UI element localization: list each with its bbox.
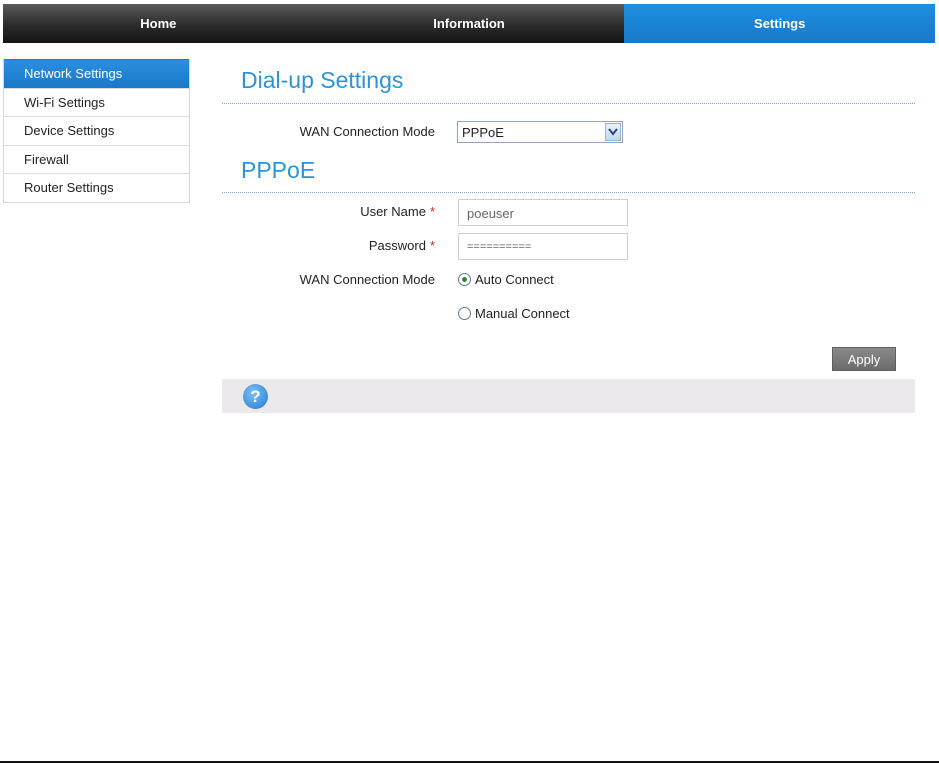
radio-selected-dot <box>462 277 467 282</box>
sidebar-item-firewall[interactable]: Firewall <box>4 144 189 173</box>
password-label-text: Password <box>368 238 426 253</box>
manual-connect-radio[interactable] <box>458 307 471 320</box>
auto-connect-option[interactable]: Auto Connect <box>458 272 554 287</box>
sidebar-item-wifi-settings[interactable]: Wi-Fi Settings <box>4 87 189 116</box>
username-label-text: User Name <box>360 204 426 219</box>
top-navigation: Home Information Settings <box>3 4 936 43</box>
auto-connect-radio[interactable] <box>458 273 471 286</box>
required-mark: * <box>429 204 435 219</box>
chevron-down-icon[interactable] <box>605 123 621 141</box>
apply-button[interactable]: Apply <box>832 347 896 371</box>
pppoe-section-title: PPPoE <box>241 157 316 183</box>
help-icon[interactable]: ? <box>243 384 268 409</box>
username-input[interactable]: poeuser <box>458 199 628 226</box>
tab-information[interactable]: Information <box>313 4 625 43</box>
dialup-section-title: Dial-up Settings <box>241 67 404 93</box>
section-divider <box>222 103 915 104</box>
sidebar-item-network-settings[interactable]: Network Settings <box>4 59 189 88</box>
connect-mode-label: WAN Connection Mode <box>299 272 435 287</box>
password-label: Password * <box>215 238 435 253</box>
required-mark: * <box>429 238 435 253</box>
wan-mode-label: WAN Connection Mode <box>299 124 435 139</box>
wan-mode-select-value: PPPoE <box>462 125 504 140</box>
sidebar-item-device-settings[interactable]: Device Settings <box>4 116 189 145</box>
manual-connect-option[interactable]: Manual Connect <box>458 306 570 321</box>
tab-home[interactable]: Home <box>3 4 314 43</box>
password-input[interactable]: ========== <box>458 233 628 260</box>
section-divider <box>222 192 915 193</box>
sidebar: Network Settings Wi-Fi Settings Device S… <box>3 59 190 203</box>
wan-mode-select[interactable]: PPPoE <box>457 121 623 143</box>
manual-connect-label: Manual Connect <box>475 306 570 321</box>
tab-settings[interactable]: Settings <box>624 4 936 43</box>
username-label: User Name * <box>215 204 435 219</box>
auto-connect-label: Auto Connect <box>475 272 554 287</box>
help-bar: ? <box>222 379 915 413</box>
sidebar-item-router-settings[interactable]: Router Settings <box>4 173 189 202</box>
